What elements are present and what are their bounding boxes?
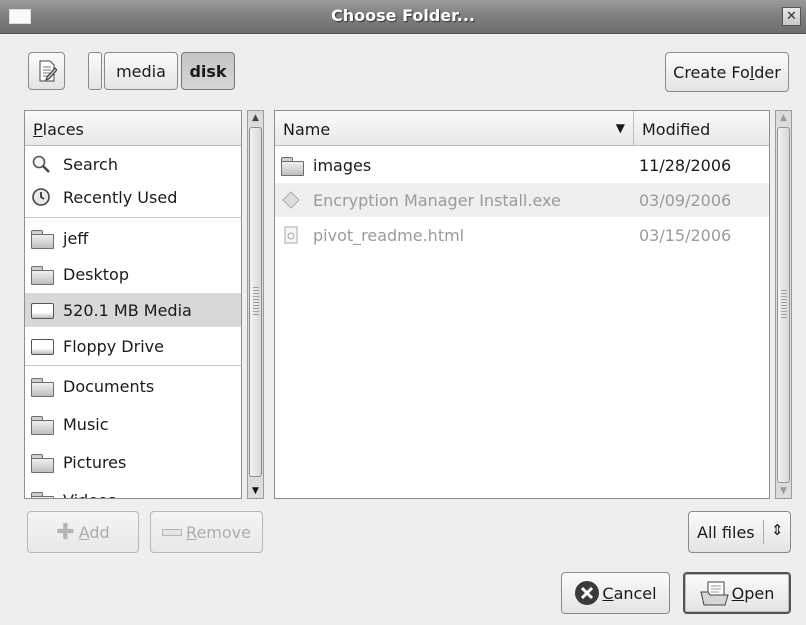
folder-icon xyxy=(31,414,54,435)
places-item-desktop[interactable]: Desktop xyxy=(25,257,241,291)
path-bar-scroll-left[interactable] xyxy=(88,52,102,90)
places-separator xyxy=(25,365,241,366)
file-list-pane: Name ▼ Modified images 11/28/2006 Encrypti… xyxy=(274,110,770,499)
places-item-label: Music xyxy=(63,414,109,434)
file-modified: 11/28/2006 xyxy=(639,155,732,175)
file-list-scrollbar[interactable]: ▲ ▼ xyxy=(775,110,792,499)
places-item-label: jeff xyxy=(63,228,89,248)
places-item-label: Documents xyxy=(63,376,155,396)
file-name: Encryption Manager Install.exe xyxy=(313,190,561,210)
add-icon: ✚ xyxy=(56,519,75,545)
spinner-arrows-icon: ⇕ xyxy=(771,521,784,539)
create-folder-button[interactable]: Create Folder xyxy=(665,52,789,92)
column-name-label: Name xyxy=(283,120,331,139)
places-item-label: Desktop xyxy=(63,264,129,284)
file-filter-combo[interactable]: All files ⇕ xyxy=(688,511,791,553)
drive-icon xyxy=(31,300,54,320)
scroll-up-icon[interactable]: ▲ xyxy=(248,111,263,125)
clock-icon xyxy=(31,187,53,207)
places-item-pictures[interactable]: Pictures xyxy=(25,445,241,479)
column-modified-label: Modified xyxy=(642,120,711,139)
places-scroll-thumb[interactable] xyxy=(249,127,262,477)
remove-label: Remove xyxy=(186,522,251,542)
create-folder-label: Create Folder xyxy=(673,62,781,82)
places-item-520-1-mb-media[interactable]: 520.1 MB Media xyxy=(25,293,241,327)
cancel-label: Cancel xyxy=(602,583,657,603)
places-header[interactable]: Places xyxy=(25,111,241,146)
scroll-down-icon[interactable]: ▼ xyxy=(776,484,791,498)
file-modified: 03/15/2006 xyxy=(639,225,732,245)
places-item-recently-used[interactable]: Recently Used xyxy=(25,180,241,214)
places-separator xyxy=(25,217,241,218)
folder-icon xyxy=(281,155,304,176)
executable-icon xyxy=(281,190,303,210)
window-title: Choose Folder... xyxy=(331,6,475,25)
remove-bookmark-button[interactable]: Remove xyxy=(150,511,263,553)
folder-icon xyxy=(31,490,54,498)
file-list-header: Name ▼ Modified xyxy=(275,111,769,146)
cancel-icon xyxy=(575,581,600,605)
file-filter-value: All files xyxy=(697,522,755,542)
remove-icon xyxy=(162,528,183,536)
places-item-jeff[interactable]: jeff xyxy=(25,221,241,255)
sort-descending-icon[interactable]: ▼ xyxy=(616,121,625,135)
folder-icon xyxy=(31,264,54,285)
places-item-label: Videos xyxy=(63,491,116,499)
folder-icon xyxy=(31,376,54,397)
path-segment-disk[interactable]: disk xyxy=(181,52,235,90)
html-file-icon xyxy=(281,225,303,245)
places-item-label: Pictures xyxy=(63,452,127,472)
file-modified: 03/09/2006 xyxy=(639,190,732,210)
open-label: Open xyxy=(731,583,775,603)
places-item-floppy-drive[interactable]: Floppy Drive xyxy=(25,329,241,363)
drive-icon xyxy=(31,336,54,356)
places-item-music[interactable]: Music xyxy=(25,407,241,441)
places-item-label: Search xyxy=(63,154,118,174)
column-modified-header[interactable]: Modified xyxy=(634,111,769,145)
places-scrollbar[interactable]: ▲ ▼ xyxy=(247,110,264,499)
path-segment-label: media xyxy=(116,61,166,81)
file-row[interactable]: pivot_readme.html 03/15/2006 xyxy=(275,218,769,252)
places-item-label: Floppy Drive xyxy=(63,336,164,356)
title-bar: Choose Folder... ✕ xyxy=(0,0,806,34)
places-item-search[interactable]: Search xyxy=(25,147,241,181)
places-item-label: 520.1 MB Media xyxy=(63,300,192,320)
file-name: pivot_readme.html xyxy=(313,225,465,245)
scroll-down-icon[interactable]: ▼ xyxy=(248,484,263,498)
open-folder-icon xyxy=(699,581,729,606)
open-button[interactable]: Open xyxy=(683,572,791,614)
scroll-up-icon[interactable]: ▲ xyxy=(776,111,791,125)
add-label: Add xyxy=(78,522,110,542)
places-pane: Places Search Recently Used jeff Desktop 520… xyxy=(24,110,242,499)
window-close-button[interactable]: ✕ xyxy=(782,7,801,26)
file-row[interactable]: Encryption Manager Install.exe 03/09/2006 xyxy=(275,183,769,217)
folder-icon xyxy=(31,452,54,473)
text-editor-icon xyxy=(39,60,57,82)
folder-icon xyxy=(31,228,54,249)
combo-separator xyxy=(763,520,764,544)
places-item-label: Recently Used xyxy=(63,187,178,207)
cancel-button[interactable]: Cancel xyxy=(561,572,670,614)
file-scroll-thumb[interactable] xyxy=(777,127,790,483)
location-toggle-button[interactable] xyxy=(28,52,65,90)
file-row[interactable]: images 11/28/2006 xyxy=(275,148,769,182)
column-name-header[interactable]: Name ▼ xyxy=(275,111,634,145)
add-bookmark-button[interactable]: ✚ Add xyxy=(27,511,139,553)
places-header-label: Places xyxy=(33,120,84,139)
magnifier-icon xyxy=(31,154,53,174)
places-item-videos[interactable]: Videos xyxy=(25,483,241,499)
places-item-documents[interactable]: Documents xyxy=(25,369,241,403)
path-segment-label: disk xyxy=(189,61,227,81)
path-segment-media[interactable]: media xyxy=(104,52,178,90)
file-name: images xyxy=(313,155,372,175)
